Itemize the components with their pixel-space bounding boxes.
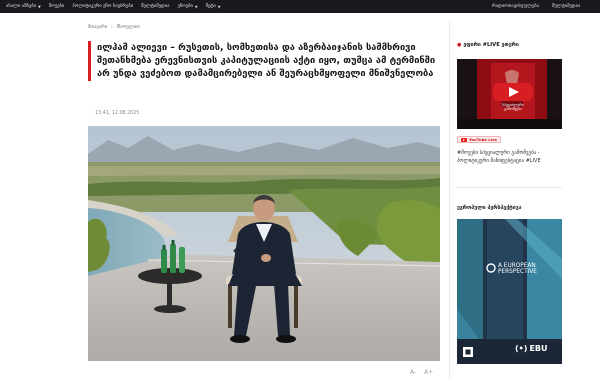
photo-illustration (88, 126, 440, 361)
euro-thumb-graphic (457, 219, 562, 364)
live-thumb-title: სპეციალური გამოშვება (502, 103, 524, 112)
nav-item-label: შოუები (48, 4, 65, 9)
chevron-down-icon: ▼ (194, 4, 198, 9)
nav-item-political-talks[interactable]: პოლიტიკური ეჩო საუბრები (72, 4, 133, 9)
font-decrease-button[interactable]: A- (410, 369, 416, 376)
top-navigation: ახალი ამბები ▼ შოუები პოლიტიკური ეჩო საუ… (0, 0, 600, 13)
nav-item-more[interactable]: მეტი ▼ (206, 4, 221, 9)
article-title: ილჰამ ალიევი – რუსეთის, სომხეთისა და აზე… (97, 42, 436, 80)
sidebar-divider (457, 187, 562, 188)
youtube-icon (461, 137, 467, 142)
live-video-thumbnail[interactable]: სპეციალური გამოშვება (457, 59, 562, 129)
breadcrumb-section[interactable]: მსოფლიო (117, 25, 140, 30)
nav-item-shows[interactable]: შოუები (49, 4, 64, 9)
live-caption[interactable]: #შოუები სპეციალური გამოშვება - პოლიტიკურ… (457, 149, 562, 166)
european-perspective-thumbnail[interactable]: A EUROPEAN PERSPECTIVE (•) EBU (457, 219, 562, 364)
nav-item-label: მეტი (205, 4, 216, 9)
font-size-tools: A- A+ (410, 369, 433, 376)
chevron-down-icon: ▼ (38, 4, 41, 9)
nav-item-label: პოლიტიკური ეჩო საუბრები (72, 4, 134, 9)
nav-item-multimedia[interactable]: მულტიმედია (141, 4, 169, 9)
nav-link-radio-liberty[interactable]: რადიოთავისუფლება (492, 0, 539, 13)
nav-item-echoes[interactable]: ეჩოები ▼ (177, 4, 197, 9)
column-divider (449, 20, 450, 380)
nav-item-label: მულტიმედია (141, 4, 170, 9)
breadcrumb: მთავარი | მსოფლიო (88, 25, 140, 30)
nav-link-label: რადიოთავისუფლება (492, 4, 540, 9)
live-heading-text: ეფირი #LIVE ეთერი (463, 42, 519, 48)
article-timestamp: 13:41, 12.08.2025 (95, 111, 140, 116)
ebu-text: EBU (529, 344, 548, 353)
nav-item-news[interactable]: ახალი ამბები ▼ (6, 4, 41, 9)
article-photo (88, 126, 440, 361)
youtube-live-badge: YouTube Live (457, 136, 501, 143)
chevron-down-icon: ▼ (217, 4, 221, 9)
youtube-live-label: YouTube Live (469, 137, 497, 142)
euro-heading-text: ევროპული პერსპექტივა (457, 205, 522, 211)
live-heading: ● ეფირი #LIVE ეთერი (457, 42, 519, 48)
breadcrumb-home[interactable]: მთავარი (88, 25, 107, 30)
ebu-logo: (•) EBU (515, 344, 548, 353)
euro-heading: ევროპული პერსპექტივა (457, 205, 522, 211)
live-dot-icon: ● (457, 42, 462, 48)
live-thumb-graphic (457, 59, 562, 129)
nav-item-label: ახალი ამბები (6, 4, 36, 9)
ebu-mark-icon: (•) (515, 344, 528, 353)
nav-item-label: ეჩოები (177, 4, 193, 9)
article-header: ილჰამ ალიევი – რუსეთის, სომხეთისა და აზე… (88, 41, 440, 81)
nav-link-multimedia[interactable]: მულტიმედია (552, 0, 580, 13)
breadcrumb-separator: | (111, 25, 113, 30)
euro-logo-text: A EUROPEAN PERSPECTIVE (498, 263, 537, 276)
font-increase-button[interactable]: A+ (424, 369, 433, 376)
nav-link-label: მულტიმედია (552, 4, 581, 9)
